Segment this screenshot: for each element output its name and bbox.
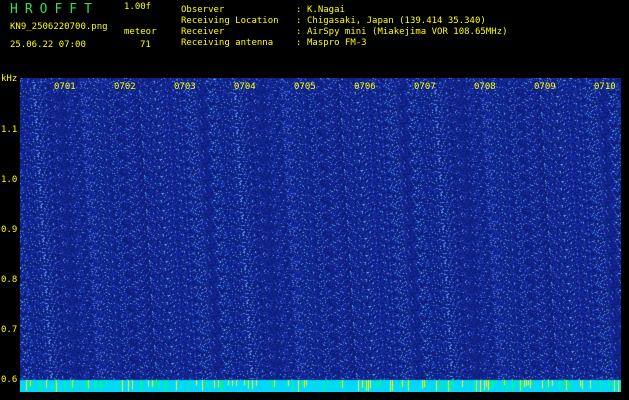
x-tick-label: 0708 xyxy=(474,82,496,92)
colon-separator: : xyxy=(296,16,302,26)
spectrogram-canvas xyxy=(20,78,621,392)
hrofft-window: HROFFT 1.00f KN9_2506220700.png meteor 2… xyxy=(0,0,629,400)
observer-value: K.Nagai xyxy=(307,5,345,15)
x-tick-label: 0702 xyxy=(114,82,136,92)
y-tick-label: 1.0 xyxy=(1,175,18,185)
x-tick-label: 0710 xyxy=(594,82,616,92)
x-tick-label: 0704 xyxy=(234,82,256,92)
x-tick-label: 0706 xyxy=(354,82,376,92)
y-tick-label: 0.8 xyxy=(1,275,18,285)
x-tick-label: 0705 xyxy=(294,82,316,92)
x-tick-label: 0707 xyxy=(414,82,436,92)
y-tick-label: 0.9 xyxy=(1,225,18,235)
y-tick-label: 0.7 xyxy=(1,325,18,335)
colon-separator: : xyxy=(296,38,302,48)
meteor-count-value: 71 xyxy=(140,40,151,50)
observer-label: Observer xyxy=(181,5,225,15)
meteor-count-label: meteor xyxy=(124,27,157,37)
spectrogram-plot xyxy=(20,78,621,392)
app-title: HROFFT xyxy=(10,2,99,17)
y-tick-label: 0.6 xyxy=(1,375,18,385)
receiver-value: AirSpy mini (Miakejima VOR 108.65MHz) xyxy=(307,27,508,37)
x-tick-label: 0709 xyxy=(534,82,556,92)
location-value: Chigasaki, Japan (139.414 35.340) xyxy=(307,16,486,26)
colon-separator: : xyxy=(296,5,302,15)
app-version: 1.00f xyxy=(124,2,152,12)
colon-separator: : xyxy=(296,27,302,37)
observation-datetime: 25.06.22 07:00 xyxy=(10,40,86,50)
location-label: Receiving Location xyxy=(181,16,279,26)
y-axis-unit: kHz xyxy=(1,74,18,84)
x-tick-label: 0703 xyxy=(174,82,196,92)
receiver-label: Receiver xyxy=(181,27,225,37)
x-tick-label: 0701 xyxy=(54,82,76,92)
y-tick-label: 1.1 xyxy=(1,125,18,135)
antenna-label: Receiving antenna xyxy=(181,38,274,48)
image-filename: KN9_2506220700.png xyxy=(10,22,108,32)
antenna-value: Maspro FM-3 xyxy=(307,38,367,48)
